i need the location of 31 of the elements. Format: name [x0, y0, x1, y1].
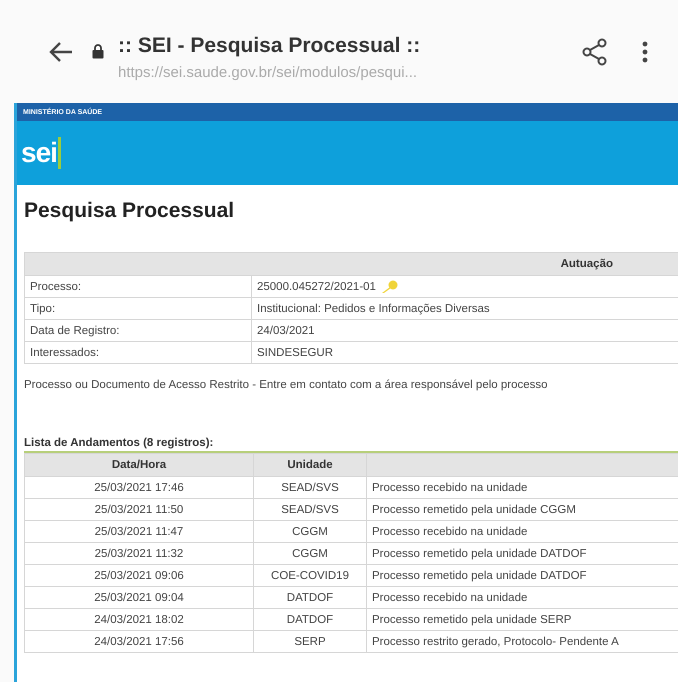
- table-cell: SERP: [254, 630, 366, 652]
- key-icon: [380, 280, 398, 294]
- table-cell: 25/03/2021 09:06: [24, 564, 254, 586]
- column-header: Unidade: [254, 454, 366, 476]
- table-cell: SEAD/SVS: [254, 476, 366, 498]
- table-cell: 25/03/2021 09:04: [24, 586, 254, 608]
- table-cell: CGGM: [254, 542, 366, 564]
- list-caption: Lista de Andamentos (8 registros):: [24, 437, 214, 449]
- table-cell: 25/03/2021 11:47: [24, 520, 254, 542]
- table-cell: 25/03/2021 17:46: [24, 476, 254, 498]
- column-header: Data/Hora: [24, 454, 254, 476]
- table-cell: 24/03/2021 18:02: [24, 608, 254, 630]
- table-cell: Tipo:: [24, 298, 252, 320]
- lock-icon: [92, 44, 104, 59]
- heading: Pesquisa Processual: [24, 199, 236, 223]
- table-cell: 25/03/2021 11:50: [24, 498, 254, 520]
- table-cell: 24/03/2021 17:56: [24, 630, 254, 652]
- table-cell: Processo:: [24, 276, 252, 298]
- notice-text: Processo ou Documento de Acesso Restrito - Entre em contato com a área responsável pelo processo: [24, 379, 549, 391]
- table-cell: 25/03/2021 11:32: [24, 542, 254, 564]
- table-header: Autuação: [24, 252, 678, 276]
- table-cell: SEAD/SVS: [254, 498, 366, 520]
- table-cell: Data de Registro:: [24, 320, 252, 342]
- url-text: https://sei.saude.gov.br/sei/modulos/pesqui...: [118, 64, 418, 81]
- table-cell: DATDOF: [254, 608, 366, 630]
- table-cell: DATDOF: [254, 586, 366, 608]
- table-cell: COE-COVID19: [254, 564, 366, 586]
- sei-logo: sei: [21, 137, 61, 169]
- table-cell: CGGM: [254, 520, 366, 542]
- page-title: :: SEI - Pesquisa Processual ::: [118, 34, 422, 58]
- table-cell: Interessados:: [24, 342, 252, 364]
